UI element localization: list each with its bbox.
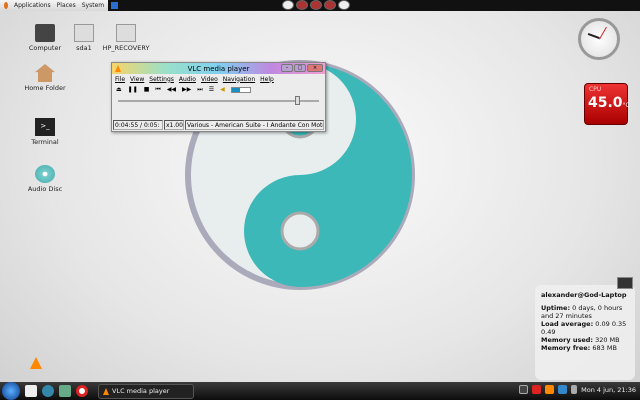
menu-settings[interactable]: Settings [149,76,174,83]
cpu-temperature-widget: CPU 45.0°C [584,83,630,125]
next-button[interactable]: ⏭ [197,86,202,94]
desktop-icon-terminal[interactable]: >_ Terminal [20,118,70,146]
ubuntu-logo-icon [4,2,8,9]
menu-audio[interactable]: Audio [179,76,196,83]
desktop-icon-home-folder[interactable]: Home Folder [20,64,70,92]
speed-display[interactable]: x1.00 [164,120,184,130]
volume-tray-icon[interactable] [571,385,578,394]
vlc-cone-icon [103,387,109,395]
seek-handle[interactable] [294,96,300,105]
desktop-icon-hp-recovery[interactable]: HP_RECOVERY [98,24,154,52]
network-launcher-icon[interactable] [59,385,71,397]
drive-icon [74,24,94,42]
audio-disc-icon [35,165,55,183]
close-button[interactable]: × [307,64,323,72]
eject-button[interactable]: ⏏ [116,86,122,93]
menu-video[interactable]: Video [201,76,218,83]
top-panel: Applications Places System [0,0,640,11]
vlc-titlebar[interactable]: VLC media player – □ × [112,63,325,74]
minimize-button[interactable]: – [281,64,293,72]
terminal-icon: >_ [35,118,55,136]
seek-slider[interactable] [118,96,319,105]
menu-help[interactable]: Help [260,76,274,83]
eye-icon [282,0,294,10]
drive-icon [116,24,136,42]
browser-launcher-icon[interactable] [42,385,54,397]
vlc-window: VLC media player – □ × File View Settings … [111,62,326,132]
track-title: Various - American Suite - I Andante Con… [185,120,324,130]
menu-navigation[interactable]: Navigation [223,76,255,83]
text-editor-launcher-icon[interactable] [25,385,37,397]
home-folder-icon [35,64,55,82]
menu-system[interactable]: System [82,2,104,9]
network-tray-icon[interactable] [558,385,568,394]
taskbar-vlc[interactable]: VLC media player [98,383,194,399]
monitor-tray-icon[interactable] [519,385,529,394]
vlc-cone-icon [30,357,42,369]
menu-applications[interactable]: Applications [14,2,51,9]
forward-button[interactable]: ▶▶ [182,86,191,93]
eyes-applet [282,0,350,10]
pause-button[interactable]: ❚❚ [128,86,138,93]
menu-places[interactable]: Places [57,2,76,9]
bottom-panel: VLC media player Mon 4 jun, 21:36 [0,382,640,400]
eye-icon [324,0,336,10]
volume-slider[interactable] [230,86,251,93]
playlist-button[interactable]: ☰ [209,86,214,93]
system-info-widget: alexander@God-Laptop Uptime: 0 days, 0 h… [535,277,635,380]
previous-button[interactable]: ⏮ [155,86,160,94]
laptop-icon [617,277,633,289]
eye-icon [310,0,322,10]
maximize-button[interactable]: □ [294,64,306,72]
clock-widget [578,18,620,60]
menu-file[interactable]: File [115,76,125,83]
computer-icon [35,24,55,42]
desktop-icon-audio-disc[interactable]: Audio Disc [20,165,70,193]
folder-launcher-icon[interactable] [111,2,118,9]
rss-tray-icon[interactable] [545,385,555,394]
menu-view[interactable]: View [130,76,144,83]
time-display: 0:04:55 / 0:05: [113,120,163,130]
eye-icon [338,0,350,10]
stop-button[interactable]: ■ [144,86,150,93]
update-tray-icon[interactable] [532,385,542,394]
start-menu-button[interactable] [2,382,20,400]
speaker-icon[interactable]: ◀ [220,86,225,93]
clock[interactable]: Mon 4 jun, 21:36 [581,386,636,394]
rewind-button[interactable]: ◀◀ [167,86,176,93]
vlc-desktop-icon[interactable] [30,357,42,371]
vlc-cone-icon [115,65,121,72]
help-launcher-icon[interactable] [76,385,88,397]
eye-icon [296,0,308,10]
